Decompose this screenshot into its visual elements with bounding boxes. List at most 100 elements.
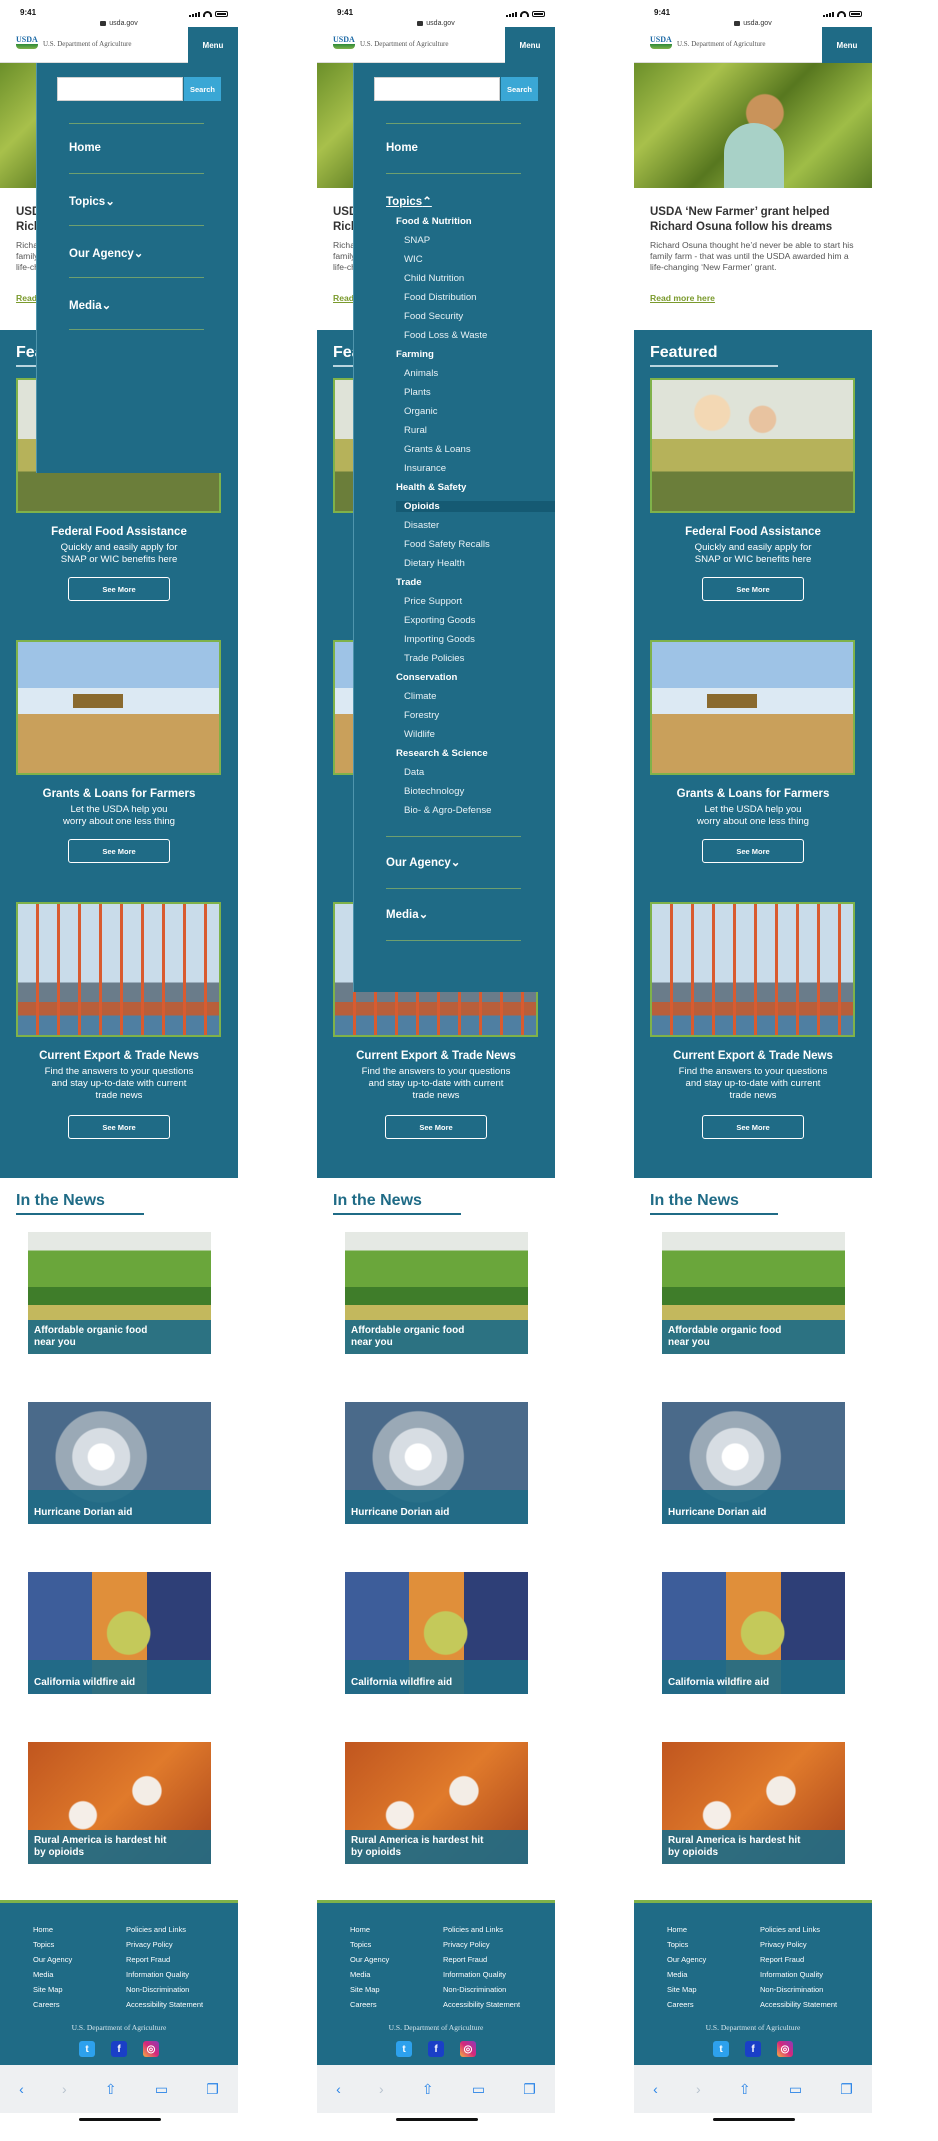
twitter-icon[interactable]: t — [79, 2041, 95, 2057]
trade-port-image[interactable] — [16, 902, 221, 1037]
topics-subitem[interactable]: Organic — [404, 406, 438, 417]
nav-our-agency[interactable]: Our Agency⌄ — [386, 855, 460, 869]
footer-link[interactable]: Policies and Links — [126, 1925, 203, 1940]
topics-subitem[interactable]: Exporting Goods — [404, 615, 475, 626]
footer-link[interactable]: Information Quality — [443, 1970, 520, 1985]
footer-link[interactable]: Media — [350, 1970, 389, 1985]
see-more-button[interactable]: See More — [702, 1115, 804, 1139]
topics-subitem[interactable]: Climate — [404, 691, 437, 702]
topics-subitem[interactable]: Grants & Loans — [404, 444, 471, 455]
topics-subitem[interactable]: Food Safety Recalls — [404, 539, 490, 550]
topics-subitem[interactable]: Disaster — [404, 520, 439, 531]
bookmarks-icon[interactable]: ▭ — [155, 2081, 168, 2098]
footer-link[interactable]: Report Fraud — [443, 1955, 520, 1970]
news-card[interactable]: California wildfire aid — [28, 1572, 211, 1694]
twitter-icon[interactable]: t — [396, 2041, 412, 2057]
footer-link[interactable]: Information Quality — [126, 1970, 203, 1985]
nav-media[interactable]: Media⌄ — [386, 907, 428, 921]
topics-subitem[interactable]: Food Security — [404, 311, 463, 322]
topics-subhead[interactable]: Food & Nutrition — [396, 216, 472, 227]
share-icon[interactable]: ⇧ — [739, 2081, 751, 2098]
footer-link[interactable]: Policies and Links — [443, 1925, 520, 1940]
twitter-icon[interactable]: t — [713, 2041, 729, 2057]
forward-icon[interactable]: › — [379, 2081, 384, 2097]
topics-subhead[interactable]: Research & Science — [396, 748, 488, 759]
footer-link[interactable]: Our Agency — [33, 1955, 72, 1970]
news-card[interactable]: Affordable organic food near you — [662, 1232, 845, 1354]
footer-link[interactable]: Non-Discrimination — [760, 1985, 837, 2000]
footer-link[interactable]: Careers — [33, 2000, 72, 2015]
news-card[interactable]: Hurricane Dorian aid — [28, 1402, 211, 1524]
news-card[interactable]: Rural America is hardest hit by opioids — [28, 1742, 211, 1864]
footer-link[interactable]: Home — [350, 1925, 389, 1940]
footer-link[interactable]: Report Fraud — [760, 1955, 837, 1970]
footer-link[interactable]: Report Fraud — [126, 1955, 203, 1970]
address-bar[interactable]: usda.gov — [317, 20, 555, 27]
nav-home[interactable]: Home — [69, 142, 101, 154]
see-more-button[interactable]: See More — [68, 1115, 170, 1139]
topics-subitem[interactable]: Wildlife — [404, 729, 435, 740]
topics-subitem[interactable]: Importing Goods — [404, 634, 475, 645]
topics-subitem[interactable]: Bio- & Agro-Defense — [404, 805, 491, 816]
footer-link[interactable]: Privacy Policy — [443, 1940, 520, 1955]
menu-button[interactable]: Menu — [822, 27, 872, 63]
address-bar[interactable]: usda.gov — [634, 20, 872, 27]
bookmarks-icon[interactable]: ▭ — [789, 2081, 802, 2098]
topics-subitem[interactable]: Food Loss & Waste — [404, 330, 487, 341]
footer-link[interactable]: Topics — [667, 1940, 706, 1955]
footer-link[interactable]: Topics — [350, 1940, 389, 1955]
food-assistance-image[interactable] — [650, 378, 855, 513]
news-card[interactable]: Affordable organic food near you — [28, 1232, 211, 1354]
tabs-icon[interactable]: ❐ — [840, 2081, 853, 2098]
facebook-icon[interactable]: f — [111, 2041, 127, 2057]
news-card[interactable]: California wildfire aid — [662, 1572, 845, 1694]
footer-link[interactable]: Our Agency — [667, 1955, 706, 1970]
topics-subitem[interactable]: SNAP — [404, 235, 430, 246]
back-icon[interactable]: ‹ — [19, 2081, 24, 2097]
news-card[interactable]: Hurricane Dorian aid — [662, 1402, 845, 1524]
topics-subitem[interactable]: Animals — [404, 368, 438, 379]
footer-link[interactable]: Site Map — [33, 1985, 72, 2000]
footer-link[interactable]: Information Quality — [760, 1970, 837, 1985]
forward-icon[interactable]: › — [696, 2081, 701, 2097]
farm-grants-image[interactable] — [650, 640, 855, 775]
news-card[interactable]: Affordable organic food near you — [345, 1232, 528, 1354]
usda-logo[interactable]: USDA — [16, 35, 38, 51]
footer-link[interactable]: Non-Discrimination — [126, 1985, 203, 2000]
topics-subitem[interactable]: Trade Policies — [404, 653, 464, 664]
news-card[interactable]: Hurricane Dorian aid — [345, 1402, 528, 1524]
news-card[interactable]: California wildfire aid — [345, 1572, 528, 1694]
topics-subitem[interactable]: Food Distribution — [404, 292, 477, 303]
usda-logo[interactable]: USDA — [650, 35, 672, 51]
topics-subhead[interactable]: Trade — [396, 577, 422, 588]
topics-subitem[interactable]: Opioids — [396, 501, 555, 512]
back-icon[interactable]: ‹ — [653, 2081, 658, 2097]
topics-subitem[interactable]: Forestry — [404, 710, 439, 721]
bookmarks-icon[interactable]: ▭ — [472, 2081, 485, 2098]
footer-link[interactable]: Site Map — [667, 1985, 706, 2000]
footer-link[interactable]: Media — [33, 1970, 72, 1985]
news-card[interactable]: Rural America is hardest hit by opioids — [345, 1742, 528, 1864]
nav-home[interactable]: Home — [386, 142, 418, 154]
topics-subitem[interactable]: Data — [404, 767, 424, 778]
topics-subitem[interactable]: Plants — [404, 387, 431, 398]
usda-logo[interactable]: USDA — [333, 35, 355, 51]
search-button[interactable]: Search — [501, 77, 538, 101]
facebook-icon[interactable]: f — [745, 2041, 761, 2057]
footer-link[interactable]: Media — [667, 1970, 706, 1985]
footer-link[interactable]: Accessibility Statement — [126, 2000, 203, 2015]
see-more-button[interactable]: See More — [702, 839, 804, 863]
nav-our-agency[interactable]: Our Agency⌄ — [69, 246, 143, 260]
instagram-icon[interactable]: ◎ — [143, 2041, 159, 2057]
nav-media[interactable]: Media⌄ — [69, 298, 111, 312]
footer-link[interactable]: Privacy Policy — [760, 1940, 837, 1955]
footer-link[interactable]: Accessibility Statement — [443, 2000, 520, 2015]
see-more-button[interactable]: See More — [702, 577, 804, 601]
instagram-icon[interactable]: ◎ — [777, 2041, 793, 2057]
menu-button[interactable]: Menu — [188, 27, 238, 63]
menu-button[interactable]: Menu — [505, 27, 555, 63]
topics-subitem[interactable]: Rural — [404, 425, 427, 436]
tabs-icon[interactable]: ❐ — [206, 2081, 219, 2098]
nav-topics[interactable]: Topics⌄ — [69, 194, 115, 208]
topics-subhead[interactable]: Health & Safety — [396, 482, 466, 493]
